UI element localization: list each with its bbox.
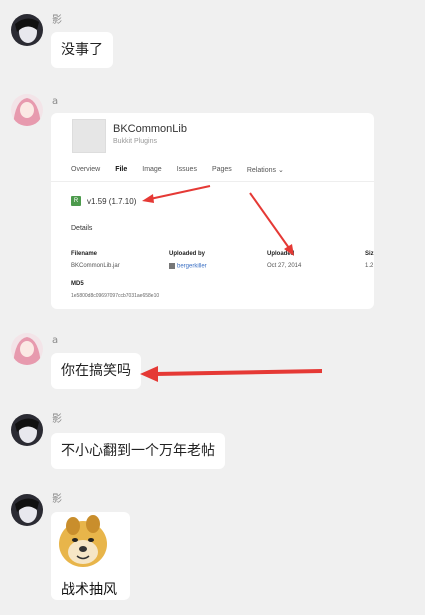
tab-divider [51,181,374,182]
sender-name: 影 [52,15,62,26]
filename-value: BKCommonLib.jar [71,263,120,269]
doge-sticker-icon [59,515,107,567]
sender-name: a [52,335,59,346]
avatar[interactable] [11,494,43,526]
md5-header: MD5 [71,281,84,287]
uploaded-header: Uploaded [267,251,295,257]
sender-name: a [52,96,59,107]
tab-overview[interactable]: Overview [71,166,100,174]
plugin-title: BKCommonLib [113,123,187,135]
tab-relations[interactable]: Relations ⌄ [247,166,284,174]
avatar[interactable] [11,414,43,446]
version-label: v1.59 (1.7.10) [87,197,137,206]
sender-name: 影 [52,414,62,425]
plugin-thumbnail [72,119,106,153]
tab-bar: Overview File Image Issues Pages Relatio… [71,166,299,174]
uploaded-value: Oct 27, 2014 [267,263,302,269]
details-heading: Details [71,225,93,232]
user-avatar-icon [169,263,175,269]
size-header: Siz [365,251,374,257]
sticker-message[interactable]: 战术抽风 [51,512,130,600]
message-bubble[interactable]: 没事了 [51,32,113,68]
tab-file[interactable]: File [115,166,127,174]
screenshot-card[interactable]: BKCommonLib Bukkit Plugins Overview File… [51,113,374,309]
tab-image[interactable]: Image [142,166,161,174]
sticker-caption: 战术抽风 [61,582,117,598]
avatar[interactable] [11,14,43,46]
sender-name: 影 [52,494,62,505]
uploader-link[interactable]: bergerkiller [177,264,207,270]
md5-value: 1e5800d8c09697097ccb7031ae658e10 [71,293,160,299]
plugin-subtitle: Bukkit Plugins [113,138,157,145]
size-value: 1.2 [365,263,374,269]
filename-header: Filename [71,251,98,257]
tab-issues[interactable]: Issues [177,166,197,174]
message-bubble[interactable]: 你在搞笑吗 [51,353,141,389]
tab-pages[interactable]: Pages [212,166,232,174]
avatar[interactable] [11,94,43,126]
avatar[interactable] [11,333,43,365]
message-bubble[interactable]: 不小心翻到一个万年老帖 [51,433,225,469]
uploaded-by-header: Uploaded by [169,251,206,257]
red-arrow-3 [140,366,322,382]
uploaded-by-value: bergerkiller [169,263,207,270]
release-badge: R [71,196,81,206]
